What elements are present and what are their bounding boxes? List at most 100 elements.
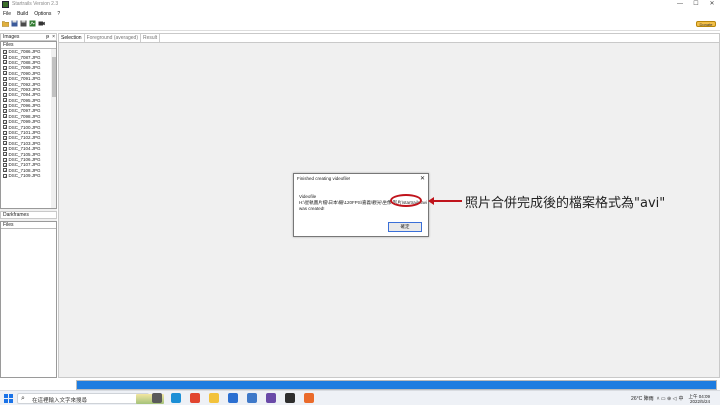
file-checkbox[interactable]: ✓: [3, 60, 7, 65]
file-checkbox[interactable]: ✓: [3, 119, 7, 124]
file-checkbox[interactable]: ✓: [3, 82, 7, 87]
file-checkbox[interactable]: ✓: [3, 92, 7, 97]
mail-icon[interactable]: [228, 393, 238, 403]
tab-selection[interactable]: Selection: [59, 34, 85, 42]
menu-build[interactable]: Build: [17, 11, 28, 17]
tab-foreground[interactable]: Foreground (averaged): [85, 34, 141, 42]
file-name: DSC_7091.JPG: [8, 76, 41, 82]
images-file-list[interactable]: Files ✓ DSC_7086.JPG ✓ DSC_7087.JPG ✓ DSC_708…: [0, 41, 57, 209]
file-name: DSC_7099.JPG: [8, 119, 41, 125]
taskbar-apps: [152, 393, 323, 403]
notepad-icon[interactable]: [285, 393, 295, 403]
file-list-item[interactable]: ✓ DSC_7109.JPG: [1, 173, 56, 178]
file-name: DSC_7090.JPG: [8, 70, 41, 76]
file-name: DSC_7104.JPG: [8, 146, 41, 152]
file-checkbox[interactable]: ✓: [3, 141, 7, 146]
file-name: DSC_7092.JPG: [8, 81, 41, 87]
build-icon[interactable]: [29, 20, 36, 27]
file-checkbox[interactable]: ✓: [3, 152, 7, 157]
chrome-icon[interactable]: [190, 393, 200, 403]
file-name: DSC_7087.JPG: [8, 54, 41, 60]
file-checkbox[interactable]: ✓: [3, 146, 7, 151]
file-checkbox[interactable]: ✓: [3, 125, 7, 130]
minimize-button[interactable]: —: [672, 0, 688, 9]
ok-button[interactable]: 確定: [388, 222, 422, 232]
file-checkbox[interactable]: ✓: [3, 65, 7, 70]
scrollbar-thumb[interactable]: [51, 57, 56, 97]
windows-start-icon[interactable]: [4, 394, 13, 403]
search-icon: ⌕: [21, 395, 25, 402]
donate-button[interactable]: Donate: [696, 21, 716, 27]
file-name: DSC_7096.JPG: [8, 103, 41, 109]
menu-help[interactable]: ?: [57, 11, 60, 17]
finished-dialog: Finished creating videofile! ✕ Videofile…: [293, 173, 429, 237]
taskbar: ⌕ 在這裡輸入文字來搜尋 26°C 陣雨 ˄ ▭ ⊕ ◁ 中 上午 04:09 …: [0, 390, 720, 405]
files-scrollbar[interactable]: [51, 49, 56, 208]
file-name: DSC_7103.JPG: [8, 140, 41, 146]
file-checkbox[interactable]: ✓: [3, 157, 7, 162]
file-checkbox[interactable]: ✓: [3, 130, 7, 135]
images-title: Images: [3, 34, 20, 40]
title-bar: Startrails Version 2.3 — ☐ ✕: [0, 0, 720, 9]
file-checkbox[interactable]: ✓: [3, 114, 7, 119]
view-tabs: Selection Foreground (averaged) Result: [59, 34, 719, 43]
progress-bar: [76, 380, 717, 390]
taskview-icon[interactable]: [152, 393, 162, 403]
progress-fill: [77, 381, 716, 389]
file-checkbox[interactable]: ✓: [3, 173, 7, 178]
explorer-icon[interactable]: [209, 393, 219, 403]
clock-date: 2022/5/24: [689, 398, 710, 404]
firefox-icon[interactable]: [304, 393, 314, 403]
dialog-title: Finished creating videofile!: [297, 176, 351, 181]
save-as-icon[interactable]: [20, 20, 27, 27]
ime-indicator[interactable]: 中: [678, 395, 683, 402]
darkframes-file-list[interactable]: Files: [0, 221, 57, 378]
annotation-text: 照片合併完成後的檔案格式為"avi": [465, 196, 666, 211]
gallery-icon[interactable]: [266, 393, 276, 403]
toolbar: [0, 18, 720, 29]
darkframes-files-header[interactable]: Files: [1, 222, 56, 229]
file-checkbox[interactable]: ✓: [3, 162, 7, 167]
startrails-app-icon: [2, 1, 9, 8]
images-panel-title: Images ᵽ ×: [0, 33, 57, 41]
file-checkbox[interactable]: ✓: [3, 108, 7, 113]
files-column-header[interactable]: Files: [1, 42, 56, 49]
file-checkbox[interactable]: ✓: [3, 168, 7, 173]
menu-options[interactable]: Options: [34, 11, 51, 17]
taskbar-search-box[interactable]: ⌕ 在這裡輸入文字來搜尋: [17, 393, 164, 404]
file-checkbox[interactable]: ✓: [3, 49, 7, 54]
file-name: DSC_7086.JPG: [8, 49, 41, 55]
tab-result[interactable]: Result: [141, 34, 161, 42]
open-folder-icon[interactable]: [2, 20, 9, 27]
file-name: DSC_7098.JPG: [8, 113, 41, 119]
file-checkbox[interactable]: ✓: [3, 76, 7, 81]
file-checkbox[interactable]: ✓: [3, 71, 7, 76]
dialog-line-videofile: Videofile: [299, 194, 317, 199]
file-name: DSC_7105.JPG: [8, 151, 41, 157]
video-icon[interactable]: [38, 20, 45, 27]
menu-file[interactable]: File: [3, 11, 11, 17]
edge-icon[interactable]: [171, 393, 181, 403]
file-name: DSC_7101.JPG: [8, 130, 41, 136]
close-window-button[interactable]: ✕: [704, 0, 720, 9]
file-checkbox[interactable]: ✓: [3, 98, 7, 103]
file-name: DSC_7097.JPG: [8, 108, 41, 114]
photos-icon[interactable]: [247, 393, 257, 403]
close-panel-icon[interactable]: ×: [52, 34, 55, 40]
window-title: Startrails Version 2.3: [12, 1, 59, 7]
clock[interactable]: 上午 04:09 2022/5/24: [688, 394, 710, 404]
pin-icon[interactable]: ᵽ: [46, 34, 49, 40]
tray-icons[interactable]: ˄ ▭ ⊕ ◁: [657, 396, 677, 402]
file-checkbox[interactable]: ✓: [3, 55, 7, 60]
file-checkbox[interactable]: ✓: [3, 87, 7, 92]
maximize-button[interactable]: ☐: [688, 0, 704, 9]
file-name: DSC_7108.JPG: [8, 167, 41, 173]
file-checkbox[interactable]: ✓: [3, 103, 7, 108]
highlight-ellipse: [390, 194, 422, 207]
dialog-close-icon[interactable]: ✕: [420, 175, 425, 182]
save-icon[interactable]: [11, 20, 18, 27]
file-name: DSC_7094.JPG: [8, 92, 41, 98]
weather-status[interactable]: 26°C 陣雨: [631, 395, 654, 402]
file-name: DSC_7095.JPG: [8, 97, 41, 103]
file-checkbox[interactable]: ✓: [3, 135, 7, 140]
